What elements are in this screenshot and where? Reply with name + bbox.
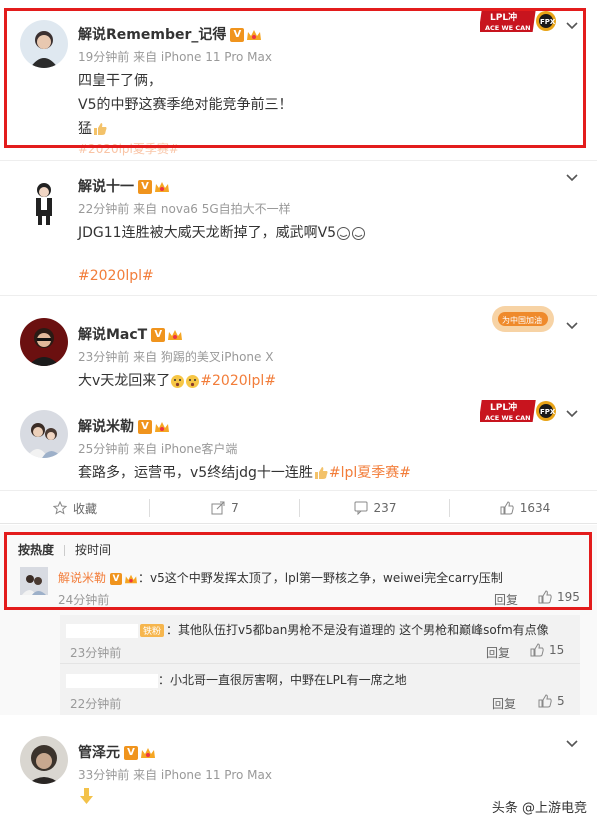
reply-item: ：小北哥一直很厉害啊，中野在LPL有一席之地 22分钟前 回复 5	[60, 667, 580, 713]
author-name[interactable]: 解说十一	[78, 179, 134, 195]
stamp-lpl-text: LPL冲	[490, 401, 517, 413]
verified-icon: V	[138, 420, 152, 434]
watermark: 头条 @上游电竞	[491, 801, 587, 816]
reply-list: 铁粉 ：其他队伍打v5都ban男枪不是没有道理的 这个男枪和巅峰sofm有点像 2…	[60, 615, 580, 715]
comment-button[interactable]: 237	[300, 491, 450, 525]
avatar[interactable]	[20, 178, 68, 226]
reply-text: ：其他队伍打v5都ban男枪不是没有道理的 这个男枪和巅峰sofm有点像	[166, 623, 549, 637]
reply-like-button[interactable]: 5	[538, 694, 565, 708]
fan-badge-label: 铁粉	[143, 627, 162, 637]
author-name[interactable]: 管泽元	[78, 745, 120, 761]
post-text: 大v天龙回来了	[78, 373, 171, 389]
highlight-box	[4, 532, 592, 610]
chevron-down-icon[interactable]	[565, 406, 579, 420]
crown-icon	[168, 330, 183, 340]
laughing-emoji-icon	[352, 226, 366, 240]
post-meta: 23分钟前 来自 狗踢的美叉iPhone X	[78, 350, 274, 364]
avatar[interactable]	[20, 736, 68, 784]
forward-button[interactable]: 7	[150, 491, 300, 525]
pointing-down-emoji-icon	[80, 788, 93, 804]
reply-button[interactable]: 回复	[492, 695, 516, 712]
favorite-button[interactable]: 收藏	[0, 491, 150, 525]
post-text-line	[78, 786, 96, 810]
crown-icon	[155, 182, 169, 192]
surprised-emoji-icon	[171, 374, 185, 388]
divider	[60, 663, 580, 664]
crown-icon	[155, 422, 169, 432]
chevron-down-icon[interactable]	[565, 170, 579, 184]
author-name[interactable]: 解说米勒	[78, 419, 134, 435]
reply-body: ：小北哥一直很厉害啊，中野在LPL有一席之地	[66, 671, 407, 688]
fan-badge: 铁粉	[140, 624, 165, 637]
post-meta: 22分钟前 来自 nova6 5G自拍大不一样	[78, 202, 291, 216]
post-text-line: 大v天龙回来了 #2020lpl#	[78, 370, 276, 390]
post-text-line: 套路多，运营弔，v5终结jdg十一连胜 #lpl夏季赛#	[78, 462, 411, 482]
star-icon	[52, 501, 67, 515]
post-author[interactable]: 解说十一 V	[78, 176, 170, 196]
post-action-bar: 收藏 7 237 1634	[0, 490, 597, 524]
reply-time: 23分钟前	[70, 646, 122, 660]
share-icon	[211, 501, 225, 515]
post-hashtag[interactable]: #2020lpl#	[78, 268, 154, 284]
post-author[interactable]: 管泽元 V	[78, 742, 156, 762]
laughing-emoji-icon	[337, 226, 351, 240]
surprised-emoji-icon	[186, 374, 200, 388]
like-count: 1634	[519, 501, 551, 515]
thumbs-up-icon	[530, 643, 544, 657]
chevron-down-icon[interactable]	[565, 318, 579, 332]
post-meta: 33分钟前 来自 iPhone 11 Pro Max	[78, 768, 272, 782]
post-text: 套路多，运营弔，v5终结jdg十一连胜	[78, 465, 313, 481]
thumbs-up-icon	[500, 501, 514, 515]
weibo-post: 解说MacT V 23分钟前 来自 狗踢的美叉iPhone X 大v天龙回来了 #2…	[0, 296, 597, 396]
reply-text: ：小北哥一直很厉害啊，中野在LPL有一席之地	[158, 673, 407, 687]
stamp-china-text: 为中国加油	[502, 315, 542, 325]
stamp-fpx-text: FPX	[540, 408, 556, 416]
thumbs-up-icon	[538, 694, 552, 708]
reply-time: 22分钟前	[70, 697, 122, 711]
forward-count: 7	[231, 501, 239, 515]
weibo-post: 解说米勒 V 25分钟前 来自 iPhone客户端 套路多，运营弔，v5终结jdg…	[0, 396, 597, 490]
redacted-username	[66, 623, 138, 638]
reply-button[interactable]: 回复	[486, 644, 510, 661]
lpl-ace-fpx-stamp: LPL冲 ACE WE CAN FPX	[478, 398, 558, 424]
thumbs-up-emoji-icon	[314, 467, 328, 479]
comment-icon	[354, 501, 368, 515]
avatar[interactable]	[20, 318, 68, 366]
weibo-post: 解说十一 V 22分钟前 来自 nova6 5G自拍大不一样 JDG11连胜被大威…	[0, 160, 597, 295]
post-meta: 25分钟前 来自 iPhone客户端	[78, 442, 238, 456]
like-button[interactable]: 1634	[450, 491, 597, 525]
crown-icon	[141, 748, 155, 758]
post-hashtag[interactable]: #2020lpl#	[200, 373, 276, 389]
post-author[interactable]: 解说MacT V	[78, 324, 183, 344]
china-cheer-stamp: 为中国加油	[490, 302, 558, 336]
post-text-line: JDG11连胜被大威天龙断掉了，威武啊V5	[78, 222, 366, 242]
comment-count: 237	[373, 501, 397, 515]
chevron-down-icon[interactable]	[565, 736, 579, 750]
author-name[interactable]: 解说MacT	[78, 327, 147, 343]
post-author[interactable]: 解说米勒 V	[78, 416, 170, 436]
stamp-ace-text: ACE WE CAN	[485, 414, 531, 422]
avatar[interactable]	[20, 410, 68, 458]
reply-body: 铁粉 ：其他队伍打v5都ban男枪不是没有道理的 这个男枪和巅峰sofm有点像	[66, 621, 549, 638]
reply-like-count: 5	[557, 694, 565, 708]
verified-icon: V	[151, 328, 166, 342]
post-hashtag[interactable]: #lpl夏季赛#	[329, 465, 411, 481]
verified-icon: V	[138, 180, 152, 194]
verified-icon: V	[124, 746, 138, 760]
reply-like-button[interactable]: 15	[530, 643, 564, 657]
highlight-box	[4, 8, 586, 148]
redacted-username	[66, 673, 158, 688]
post-text: JDG11连胜被大威天龙断掉了，威武啊V5	[78, 225, 337, 241]
reply-like-count: 15	[549, 643, 565, 657]
reply-item: 铁粉 ：其他队伍打v5都ban男枪不是没有道理的 这个男枪和巅峰sofm有点像 2…	[60, 615, 580, 661]
favorite-label: 收藏	[72, 501, 97, 516]
